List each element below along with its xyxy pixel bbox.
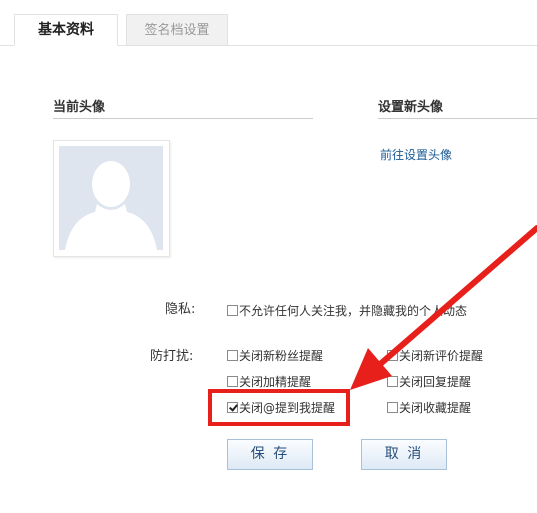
goto-set-avatar-link[interactable]: 前往设置头像 (380, 146, 452, 163)
privacy-option-text: 不允许任何人关注我，并隐藏我的个人动态 (239, 303, 468, 318)
default-avatar-silhouette-icon (65, 161, 157, 250)
new-avatar-divider (378, 118, 537, 119)
dnd-option-text: 关闭新评价提醒 (399, 348, 484, 363)
dnd-option-replies[interactable]: 关闭回复提醒 (387, 373, 471, 389)
dnd-checkbox-featured[interactable] (227, 375, 238, 387)
dnd-option-text: 关闭回复提醒 (399, 374, 472, 389)
dnd-label: 防打扰: (150, 349, 194, 364)
cancel-button[interactable]: 取 消 (361, 439, 447, 470)
new-avatar-title: 设置新头像 (378, 100, 444, 115)
tab-bar: 基本资料 签名档设置 (0, 0, 537, 46)
dnd-option-text: 关闭加精提醒 (239, 374, 312, 389)
current-avatar-divider (53, 118, 313, 119)
dnd-checkbox-new-fans[interactable] (227, 349, 238, 361)
tab-signature-settings[interactable]: 签名档设置 (126, 14, 228, 46)
dnd-option-text: 关闭新粉丝提醒 (239, 348, 324, 363)
save-button[interactable]: 保 存 (227, 439, 313, 470)
avatar (59, 146, 163, 250)
dnd-option-text: 关闭收藏提醒 (399, 400, 472, 415)
avatar-frame (53, 140, 170, 257)
dnd-option-new-fans[interactable]: 关闭新粉丝提醒 (227, 347, 323, 363)
dnd-checkbox-new-reviews[interactable] (387, 349, 398, 361)
dnd-checkbox-replies[interactable] (387, 375, 398, 387)
tab-basic-info[interactable]: 基本资料 (14, 14, 118, 46)
privacy-checkbox[interactable] (227, 304, 238, 316)
dnd-option-new-reviews[interactable]: 关闭新评价提醒 (387, 347, 483, 363)
dnd-checkbox-favorites[interactable] (387, 401, 398, 413)
privacy-option[interactable]: 不允许任何人关注我，并隐藏我的个人动态 (227, 302, 467, 318)
dnd-option-favorites[interactable]: 关闭收藏提醒 (387, 399, 471, 415)
privacy-label: 隐私: (165, 302, 196, 317)
annotation-highlight-box (208, 389, 350, 426)
current-avatar-title: 当前头像 (53, 100, 106, 115)
dnd-option-featured[interactable]: 关闭加精提醒 (227, 373, 311, 389)
